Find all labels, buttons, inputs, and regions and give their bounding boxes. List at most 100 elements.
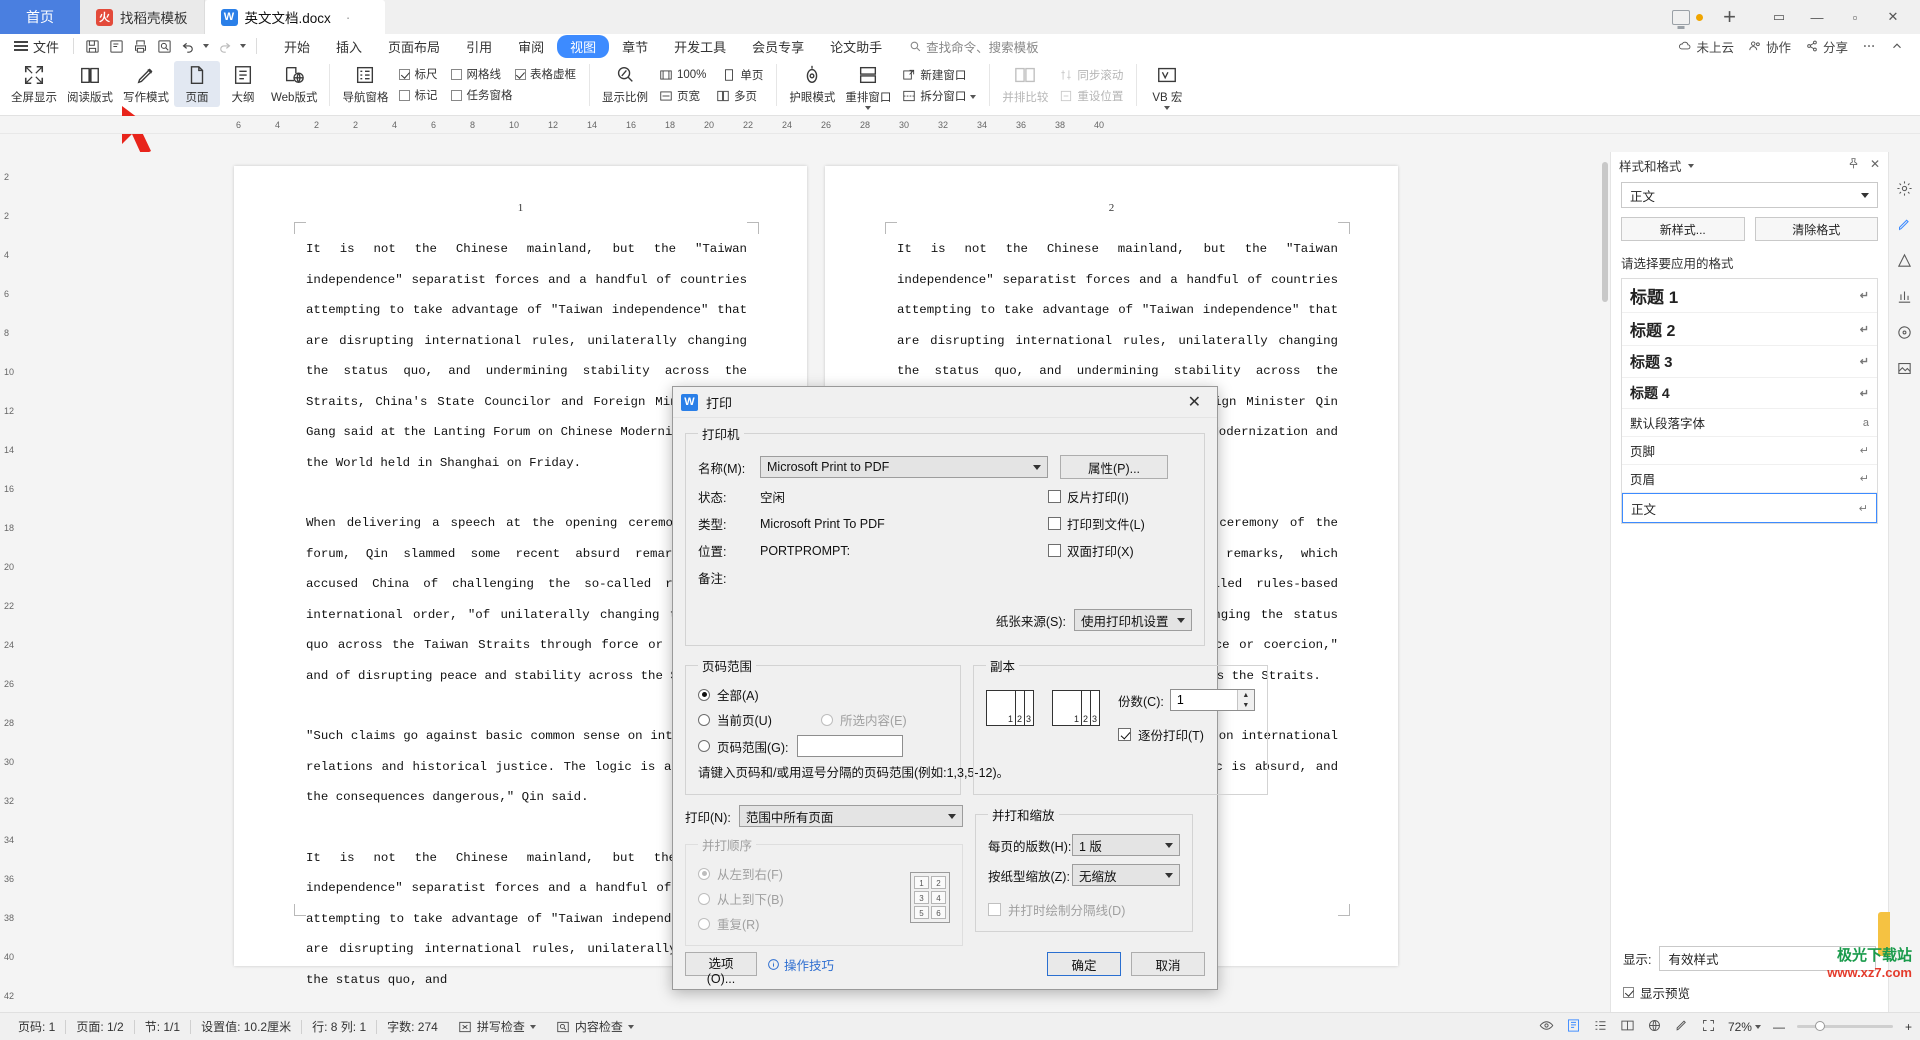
scrollbar-thumb[interactable] [1602,162,1608,302]
check-ruler[interactable]: 标尺 网格线 表格虚框 [396,65,579,83]
view-write-icon[interactable] [1674,1018,1689,1036]
vertical-ruler[interactable]: 2 2 4 6 8 10 12 14 16 18 20 22 24 26 28 30 32 34 36 38 40 42 [0,152,18,1012]
stepper-up-icon[interactable]: ▲ [1238,690,1254,700]
chevron-down-icon[interactable] [1033,464,1041,470]
undo-icon[interactable] [176,35,200,57]
ribbon-vb-macro[interactable]: VB 宏 [1144,61,1190,113]
ribbon-rearrange-windows[interactable]: 重排窗口 [840,61,896,113]
copies-count-input[interactable] [1170,690,1237,710]
location-icon[interactable] [1896,324,1913,344]
print-tips-link[interactable]: 操作技巧 [767,955,834,974]
taskpane-checkbox[interactable] [451,89,463,101]
copies-stepper-arrows[interactable]: ▲ ▼ [1236,690,1254,710]
share-button[interactable]: 分享 [1805,37,1848,56]
close-button[interactable]: ✕ [1874,9,1912,25]
check-marks[interactable]: 标记 任务窗格 [396,86,579,104]
show-preview-checkbox[interactable] [1623,987,1634,998]
style-item-body-text[interactable]: 正文 ↵ [1622,493,1877,523]
printer-properties-button[interactable]: 属性(P)... [1060,455,1168,479]
image-icon[interactable] [1896,360,1913,380]
ribbon-fullscreen[interactable]: 全屏显示 [6,61,62,107]
status-section[interactable]: 节: 1/1 [135,1018,190,1035]
cloud-status[interactable]: 未上云 [1678,37,1734,56]
print-cancel-button[interactable]: 取消 [1131,952,1205,976]
tab-document[interactable]: W 英文文档.docx · [204,0,385,34]
menu-item-reference[interactable]: 引用 [453,35,505,58]
style-item-heading-3[interactable]: 标题 3 ↵ [1622,346,1877,378]
marks-checkbox[interactable] [399,89,411,101]
minimize-button[interactable]: — [1798,10,1836,25]
menu-item-dev-tools[interactable]: 开发工具 [661,35,739,58]
status-line-column[interactable]: 行: 8 列: 1 [302,1018,376,1035]
ribbon-outline-view[interactable]: 大纲 [220,61,266,107]
range-current-radio[interactable] [698,713,710,726]
chevron-down-icon[interactable] [948,813,956,819]
ribbon-reading-layout[interactable]: 阅读版式 [62,61,118,107]
style-item-header[interactable]: 页眉 ↵ [1622,465,1877,493]
zoom-slider[interactable] [1796,1021,1893,1031]
print-dialog-close-button[interactable]: ✕ [1180,392,1209,412]
collapse-ribbon-button[interactable] [1890,39,1904,53]
new-style-button[interactable]: 新样式... [1621,217,1745,241]
style-brush-icon[interactable] [1896,216,1913,236]
ruler-checkbox[interactable] [399,68,411,80]
sync-scroll[interactable]: 同步滚动 [1056,66,1126,84]
zoom-out-button[interactable]: — [1773,1020,1785,1034]
style-item-heading-1[interactable]: 标题 1 ↵ [1622,279,1877,313]
print-dialog[interactable]: W 打印 ✕ 打印机 名称(M): Microsoft Print to PDF… [672,386,1268,990]
undo-dropdown-icon[interactable] [200,35,212,57]
scale-to-paper-select[interactable]: 无缩放 [1072,864,1180,886]
tab-home[interactable]: 首页 [0,0,80,34]
view-outline-icon[interactable] [1593,1018,1608,1036]
zoom-slider-handle[interactable] [1814,1021,1825,1031]
pages-per-sheet-select[interactable]: 1 版 [1072,834,1180,856]
range-custom-radio[interactable] [698,740,710,752]
style-item-default-font[interactable]: 默认段落字体 a [1622,409,1877,437]
check-print-to-file[interactable]: 打印到文件(L) [1048,514,1145,533]
print-icon[interactable] [128,35,152,57]
menu-item-section[interactable]: 章节 [609,35,661,58]
chevron-down-icon[interactable] [1165,872,1173,878]
redo-icon[interactable] [212,35,236,57]
chevron-down-icon[interactable] [1754,1024,1761,1029]
style-panel-close-icon[interactable]: ✕ [1870,157,1880,173]
menu-item-member[interactable]: 会员专享 [739,35,817,58]
style-preview-row[interactable]: 显示预览 [1611,979,1888,1012]
status-contentcheck[interactable]: 内容检查 [546,1018,644,1035]
chevron-down-icon[interactable] [627,1024,634,1029]
style-list[interactable]: 标题 1 ↵ 标题 2 ↵ 标题 3 ↵ 标题 4 ↵ 默认段落字体 a 页脚 … [1621,278,1878,524]
menu-item-start[interactable]: 开始 [271,35,323,58]
tab-close-icon[interactable]: · [346,9,351,25]
style-item-heading-4[interactable]: 标题 4 ↵ [1622,378,1877,409]
chevron-down-icon[interactable] [1165,842,1173,848]
save-icon[interactable] [80,35,104,57]
style-item-footer[interactable]: 页脚 ↵ [1622,437,1877,465]
new-window[interactable]: 新建窗口 [899,66,979,84]
new-tab-button[interactable]: + [1709,4,1750,30]
menu-item-view[interactable]: 视图 [557,34,610,58]
status-page-count[interactable]: 页面: 1/2 [66,1018,133,1035]
maximize-button[interactable]: ▫ [1836,10,1874,25]
eye-protect-toggle-icon[interactable] [1539,1018,1554,1036]
split-window[interactable]: 拆分窗口 [899,87,979,105]
print-preview-icon[interactable] [152,35,176,57]
invert-print-checkbox[interactable] [1048,490,1061,503]
ribbon-zoom-ratio[interactable]: 显示比例 [597,61,653,107]
copies-count-stepper[interactable]: ▲ ▼ [1169,689,1255,711]
chevron-down-icon[interactable] [529,1024,536,1029]
zoom-level-display[interactable]: 72% [1728,1020,1761,1034]
reset-position[interactable]: 重设位置 [1056,87,1126,105]
file-menu-button[interactable]: 文件 [6,37,67,56]
print-ok-button[interactable]: 确定 [1047,952,1121,976]
range-custom-row[interactable]: 页码范围(G): [698,735,948,757]
ribbon-eye-protection[interactable]: 护眼模式 [784,61,840,107]
clear-format-button[interactable]: 清除格式 [1754,217,1878,241]
ribbon-side-by-side[interactable]: 并排比较 [997,61,1053,107]
printer-name-select[interactable]: Microsoft Print to PDF [760,456,1048,478]
status-word-count[interactable]: 字数: 274 [377,1018,448,1035]
horizontal-ruler[interactable]: 6 4 2 2 4 6 8 10 12 14 16 18 20 22 24 26 28 30 32 34 36 38 40 [0,116,1920,134]
chart-icon[interactable] [1896,288,1913,308]
save-as-icon[interactable] [104,35,128,57]
ribbon-writing-mode[interactable]: 写作模式 [118,61,174,107]
menu-item-review[interactable]: 审阅 [505,35,557,58]
